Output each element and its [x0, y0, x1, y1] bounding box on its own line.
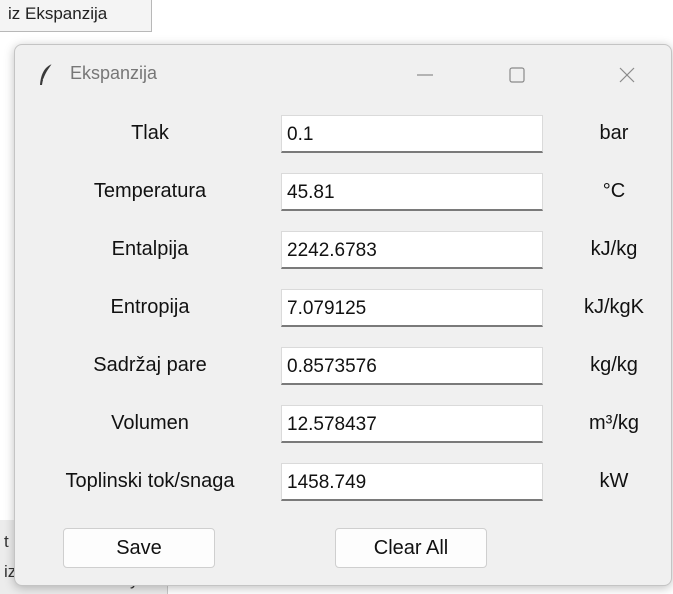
parent-window-button-label: iz Ekspanzija: [8, 4, 108, 23]
heat-flow-label: Toplinski tok/snaga: [65, 470, 235, 492]
vapor-quality-input[interactable]: [281, 347, 543, 385]
minimize-icon: [417, 74, 433, 76]
temperature-label: Temperatura: [93, 180, 207, 202]
minimize-button[interactable]: [403, 55, 447, 95]
close-icon: [619, 67, 635, 83]
vapor-quality-unit: kg/kg: [590, 354, 638, 376]
entropy-label: Entropija: [110, 296, 190, 318]
close-button[interactable]: [605, 55, 649, 95]
parent-fragment-text-a: t: [4, 532, 9, 551]
title-bar[interactable]: Ekspanzija: [15, 45, 671, 105]
feather-icon: [37, 63, 55, 87]
vapor-quality-label: Sadržaj pare: [93, 354, 207, 376]
save-button-label: Save: [116, 536, 162, 559]
window-title: Ekspanzija: [70, 63, 158, 83]
entropy-unit: kJ/kgK: [583, 296, 645, 318]
enthalpy-unit: kJ/kg: [590, 238, 638, 260]
temperature-unit: °C: [602, 180, 626, 202]
enthalpy-input[interactable]: [281, 231, 543, 269]
clear-all-button[interactable]: Clear All: [335, 528, 487, 568]
clear-all-button-label: Clear All: [373, 536, 449, 559]
pressure-input[interactable]: [281, 115, 543, 153]
ekspanzija-window: Ekspanzija Tlak bar Temperatura °C Ental…: [14, 44, 672, 586]
maximize-icon: [509, 67, 525, 83]
entropy-input[interactable]: [281, 289, 543, 327]
pressure-label: Tlak: [131, 122, 169, 144]
volume-input[interactable]: [281, 405, 543, 443]
temperature-input[interactable]: [281, 173, 543, 211]
pressure-unit: bar: [599, 122, 629, 144]
maximize-button[interactable]: [495, 55, 539, 95]
save-button[interactable]: Save: [63, 528, 215, 568]
heat-flow-unit: kW: [599, 470, 629, 492]
parent-window-button[interactable]: iz Ekspanzija: [0, 0, 152, 32]
volume-unit: m³/kg: [589, 412, 639, 434]
heat-flow-input[interactable]: [281, 463, 543, 501]
volume-label: Volumen: [111, 412, 189, 434]
enthalpy-label: Entalpija: [111, 238, 189, 260]
